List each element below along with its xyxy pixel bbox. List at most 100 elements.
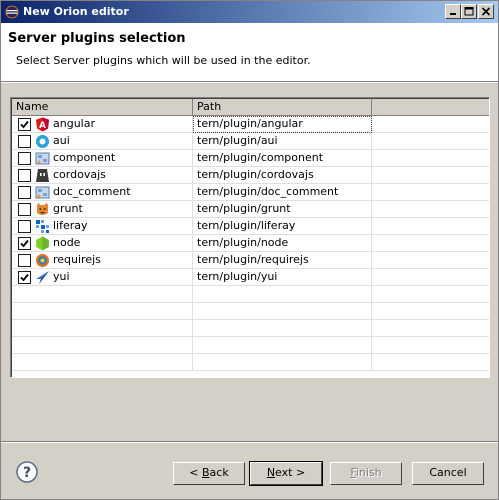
eclipse-icon (5, 5, 19, 19)
checkmark-icon (20, 239, 29, 248)
plugin-path: tern/plugin/grunt (193, 201, 372, 218)
plugin-checkbox[interactable] (18, 186, 31, 199)
column-header-name[interactable]: Name (12, 99, 193, 116)
plugins-table[interactable]: Name Path Aangular tern/plugin/angular aui… (10, 97, 490, 378)
close-button[interactable] (478, 4, 494, 19)
plugin-checkbox[interactable] (18, 271, 31, 284)
table-row[interactable]: aui tern/plugin/aui (12, 133, 489, 150)
plugin-name: component (53, 151, 116, 164)
filler-cell (372, 337, 489, 354)
table-row[interactable]: cordovajs tern/plugin/cordovajs (12, 167, 489, 184)
close-icon (481, 7, 491, 16)
requirejs-icon (35, 253, 50, 268)
doc-comment-icon (35, 185, 50, 200)
plugin-checkbox[interactable] (18, 220, 31, 233)
table-row[interactable]: yui tern/plugin/yui (12, 269, 489, 286)
plugin-checkbox[interactable] (18, 152, 31, 165)
plugin-checkbox[interactable] (18, 135, 31, 148)
empty-table-row (12, 303, 489, 320)
table-body: Aangular tern/plugin/angular aui tern/plugi… (12, 116, 489, 377)
filler-cell (372, 286, 489, 303)
node-icon (35, 236, 50, 251)
footer-divider (1, 441, 498, 443)
empty-cell (193, 286, 372, 303)
wizard-header: Server plugins selection Select Server p… (1, 23, 498, 81)
title-bar[interactable]: New Orion editor (1, 1, 498, 23)
plugin-checkbox[interactable] (18, 169, 31, 182)
cancel-button[interactable]: Cancel (412, 462, 484, 485)
plugin-name: requirejs (53, 253, 101, 266)
empty-cell (193, 354, 372, 371)
plugin-name: angular (53, 117, 95, 130)
maximize-button[interactable] (461, 4, 477, 19)
next-button[interactable]: Next > (249, 461, 323, 486)
name-cell: aui (12, 133, 193, 150)
empty-cell (12, 303, 193, 320)
help-icon[interactable]: ? (16, 461, 38, 483)
table-row[interactable]: liferay tern/plugin/liferay (12, 218, 489, 235)
empty-cell (193, 320, 372, 337)
plugin-checkbox[interactable] (18, 203, 31, 216)
plugin-name: node (53, 236, 81, 249)
plugin-checkbox[interactable] (18, 254, 31, 267)
filler-cell (372, 303, 489, 320)
back-button-label: ack (209, 466, 229, 479)
plugin-checkbox[interactable] (18, 237, 31, 250)
aui-icon (35, 134, 50, 149)
plugin-path: tern/plugin/yui (193, 269, 372, 286)
filler-cell (372, 354, 489, 371)
name-cell: grunt (12, 201, 193, 218)
liferay-icon (35, 219, 50, 234)
name-cell: yui (12, 269, 193, 286)
angular-icon: A (35, 117, 50, 132)
table-row[interactable]: grunt tern/plugin/grunt (12, 201, 489, 218)
minimize-button[interactable] (445, 4, 461, 19)
back-button[interactable]: < Back (173, 462, 245, 485)
table-row[interactable]: requirejs tern/plugin/requirejs (12, 252, 489, 269)
maximize-icon (464, 7, 474, 16)
filler-cell (372, 167, 489, 184)
name-cell: node (12, 235, 193, 252)
plugin-checkbox[interactable] (18, 118, 31, 131)
empty-cell (193, 303, 372, 320)
header-divider (1, 81, 498, 83)
svg-text:A: A (39, 121, 46, 131)
grunt-icon (35, 202, 50, 217)
filler-cell (372, 252, 489, 269)
finish-button-label: inish (355, 466, 382, 479)
table-row[interactable]: Aangular tern/plugin/angular (12, 116, 489, 133)
next-button-label: ext > (275, 466, 306, 479)
page-title: Server plugins selection (8, 31, 186, 46)
finish-button[interactable]: Finish (330, 462, 402, 485)
plugin-path: tern/plugin/cordovajs (193, 167, 372, 184)
empty-table-row (12, 320, 489, 337)
back-button-mnemonic: B (202, 466, 210, 479)
column-header-filler (372, 99, 489, 116)
table-row[interactable]: component tern/plugin/component (12, 150, 489, 167)
checkmark-icon (20, 273, 29, 282)
plugin-name: grunt (53, 202, 83, 215)
filler-cell (372, 133, 489, 150)
empty-table-row (12, 337, 489, 354)
name-cell: Aangular (12, 116, 193, 133)
filler-cell (372, 269, 489, 286)
svg-text:?: ? (23, 465, 31, 481)
empty-table-row (12, 286, 489, 303)
dialog-window: New Orion editor Server plugins selectio… (0, 0, 499, 500)
page-description: Select Server plugins which will be used… (16, 54, 311, 67)
plugin-path: tern/plugin/aui (193, 133, 372, 150)
name-cell: liferay (12, 218, 193, 235)
filler-cell (372, 201, 489, 218)
plugin-path: tern/plugin/requirejs (193, 252, 372, 269)
filler-cell (372, 184, 489, 201)
yui-icon (35, 270, 50, 285)
table-header: Name Path (12, 99, 489, 116)
empty-cell (193, 337, 372, 354)
plugin-name: doc_comment (53, 185, 131, 198)
table-row[interactable]: node tern/plugin/node (12, 235, 489, 252)
component-icon (35, 151, 50, 166)
plugin-name: liferay (53, 219, 88, 232)
cordova-icon (35, 168, 50, 183)
table-row[interactable]: doc_comment tern/plugin/doc_comment (12, 184, 489, 201)
column-header-path[interactable]: Path (193, 99, 372, 116)
